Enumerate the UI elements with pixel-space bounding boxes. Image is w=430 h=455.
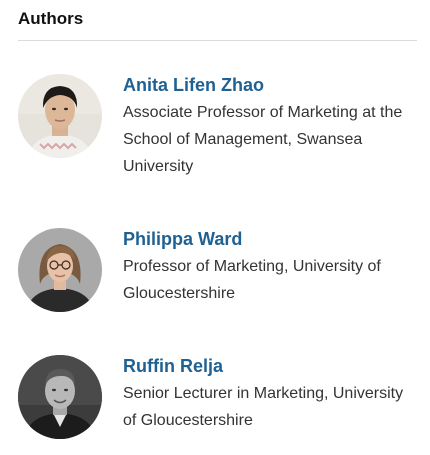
author-role: Senior Lecturer in Marketing, University… [123,385,404,429]
author-info: Ruffin Relja Senior Lecturer in Marketin… [123,355,417,434]
author-role: Professor of Marketing, University of Gl… [123,258,381,302]
author-name-link[interactable]: Philippa Ward [123,228,417,250]
author-info: Anita Lifen Zhao Associate Professor of … [123,74,417,180]
author-name-link[interactable]: Anita Lifen Zhao [123,74,417,96]
section-title: Authors [18,9,84,28]
authors-section: Authors [18,0,417,41]
author-name-link[interactable]: Ruffin Relja [123,355,417,377]
author-role: Associate Professor of Marketing at the … [123,104,403,175]
section-divider [18,40,417,41]
author-photo-anita[interactable] [18,74,102,158]
author-photo-philippa[interactable] [18,228,102,312]
author-photo-ruffin[interactable] [18,355,102,439]
author-info: Philippa Ward Professor of Marketing, Un… [123,228,417,307]
